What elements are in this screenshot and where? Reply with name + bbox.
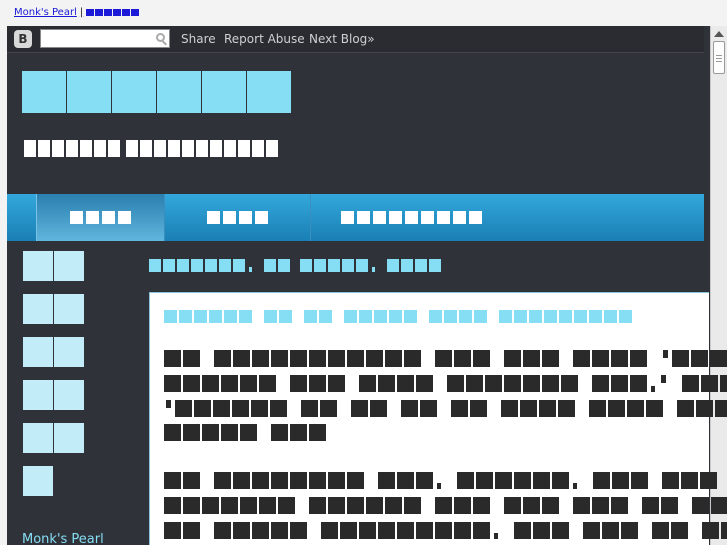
blog-description: [24, 140, 278, 157]
post-body-line: [164, 400, 727, 417]
top-link-strip: Monk's Pearl |: [0, 0, 727, 26]
post-body-line: [164, 472, 727, 489]
share-link[interactable]: Share: [181, 32, 216, 46]
top-blog-link-label: Monk's Pearl: [14, 7, 77, 18]
post-body-line: [164, 497, 727, 514]
report-abuse-link[interactable]: Report Abuse: [224, 32, 305, 46]
top-blog-link[interactable]: Monk's Pearl |: [14, 7, 140, 18]
tab-home[interactable]: [36, 194, 165, 241]
post-body-line: [164, 350, 727, 367]
post-date-header: [149, 259, 441, 272]
search-icon[interactable]: [156, 33, 165, 42]
blogger-logo-icon[interactable]: B: [14, 30, 32, 48]
top-extra-link[interactable]: [86, 8, 140, 16]
next-blog-link[interactable]: Next Blog»: [309, 32, 375, 46]
scroll-up-arrow-icon[interactable]: [714, 31, 724, 37]
post-title[interactable]: [164, 310, 632, 323]
top-separator: |: [79, 7, 84, 18]
tab-third[interactable]: [311, 194, 511, 241]
blogger-navbar: B Share Report Abuse Next Blog»: [7, 26, 704, 53]
post-body-line: [164, 424, 326, 441]
sidebar-widget-grid: [23, 251, 84, 508]
post-body-line: [164, 522, 727, 539]
sidebar-title: Monk's Pearl: [22, 532, 104, 545]
search-input[interactable]: [40, 29, 170, 48]
blog-post: [149, 292, 727, 545]
tab-second[interactable]: [164, 194, 311, 241]
post-body-line: [164, 375, 727, 392]
blog-window: B Share Report Abuse Next Blog» Monk's P…: [7, 26, 727, 545]
scroll-thumb[interactable]: [713, 41, 725, 74]
page-tabs: [7, 194, 704, 241]
blog-title[interactable]: [22, 71, 291, 113]
page-scrollbar[interactable]: [710, 26, 727, 545]
